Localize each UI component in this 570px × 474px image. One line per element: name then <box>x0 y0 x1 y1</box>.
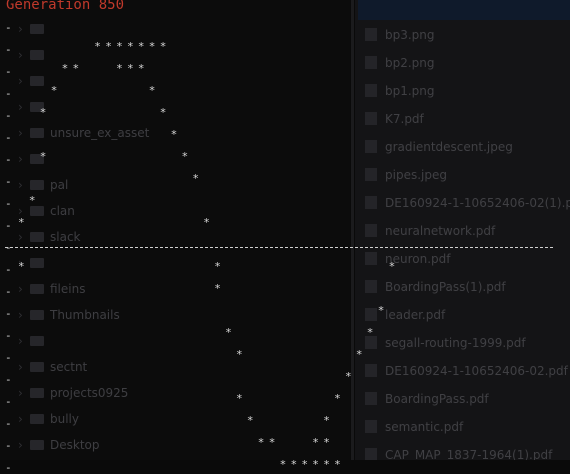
left-tick: - <box>5 329 12 342</box>
left-tick: - <box>5 175 12 188</box>
plot-star: * <box>345 370 352 383</box>
left-tick: - <box>5 43 12 56</box>
plot-star: * <box>18 260 25 273</box>
plot-star: * <box>312 436 319 449</box>
plot-star: * <box>127 62 134 75</box>
plot-star: * <box>246 414 254 427</box>
plot-star: * <box>268 436 276 449</box>
plot-star: * <box>203 216 210 229</box>
left-tick: - <box>5 263 12 276</box>
left-tick: - <box>5 131 12 144</box>
left-tick: - <box>5 219 12 232</box>
left-tick: - <box>5 153 12 166</box>
left-tick: - <box>5 439 12 452</box>
plot-star: * <box>214 282 221 295</box>
plot-star: * <box>290 458 298 471</box>
plot-star: * <box>170 128 178 141</box>
plot-star: * <box>323 458 330 471</box>
plot-star: * <box>159 40 167 53</box>
plot-star: * <box>94 40 101 53</box>
left-tick: - <box>5 307 12 320</box>
plot-star: * <box>39 150 47 163</box>
plot-star: * <box>377 304 385 317</box>
left-tick: - <box>5 197 12 210</box>
plot-star: * <box>301 458 309 471</box>
plot-star: * <box>127 40 134 53</box>
plot-star: * <box>214 260 221 273</box>
plot-star: * <box>116 40 123 53</box>
left-tick: - <box>5 21 12 34</box>
left-tick: - <box>5 461 12 474</box>
plot-star: * <box>39 106 47 119</box>
terminal-axis-line <box>5 247 553 248</box>
plot-star: * <box>137 62 145 75</box>
plot-star: * <box>388 260 396 273</box>
plot-star: * <box>116 62 123 75</box>
plot-star: * <box>72 62 80 75</box>
plot-star: * <box>355 348 363 361</box>
terminal-overlay: Generation 850 - - - - - - - - - - - - - - - - - - - - - * * * *… <box>0 0 570 473</box>
plot-star: * <box>323 414 330 427</box>
plot-star: * <box>159 106 167 119</box>
plot-star: * <box>334 458 341 471</box>
plot-star: * <box>236 392 243 405</box>
left-tick: - <box>5 87 12 100</box>
plot-star: * <box>225 326 232 339</box>
left-tick: - <box>5 241 12 254</box>
plot-star: * <box>148 40 156 53</box>
plot-star: * <box>312 458 319 471</box>
plot-star: * <box>279 458 287 471</box>
plot-star: * <box>28 194 36 207</box>
left-tick: - <box>5 351 12 364</box>
plot-star: * <box>236 348 243 361</box>
plot-star: * <box>137 40 145 53</box>
left-tick: - <box>5 395 12 408</box>
plot-star: * <box>366 326 374 339</box>
left-tick: - <box>5 109 12 122</box>
left-tick: - <box>5 373 12 386</box>
plot-star: * <box>61 62 69 75</box>
plot-star: * <box>50 84 58 97</box>
left-tick: - <box>5 417 12 430</box>
left-tick: - <box>5 285 12 298</box>
plot-star: * <box>181 150 189 163</box>
left-tick: - <box>5 65 12 78</box>
plot-star: * <box>323 436 330 449</box>
generation-title: Generation 850 <box>6 0 125 13</box>
plot-star: * <box>192 172 200 185</box>
plot-star: * <box>334 392 341 405</box>
plot-star: * <box>257 436 265 449</box>
plot-star: * <box>18 216 25 229</box>
plot-star: * <box>105 40 112 53</box>
plot-star: * <box>148 84 156 97</box>
